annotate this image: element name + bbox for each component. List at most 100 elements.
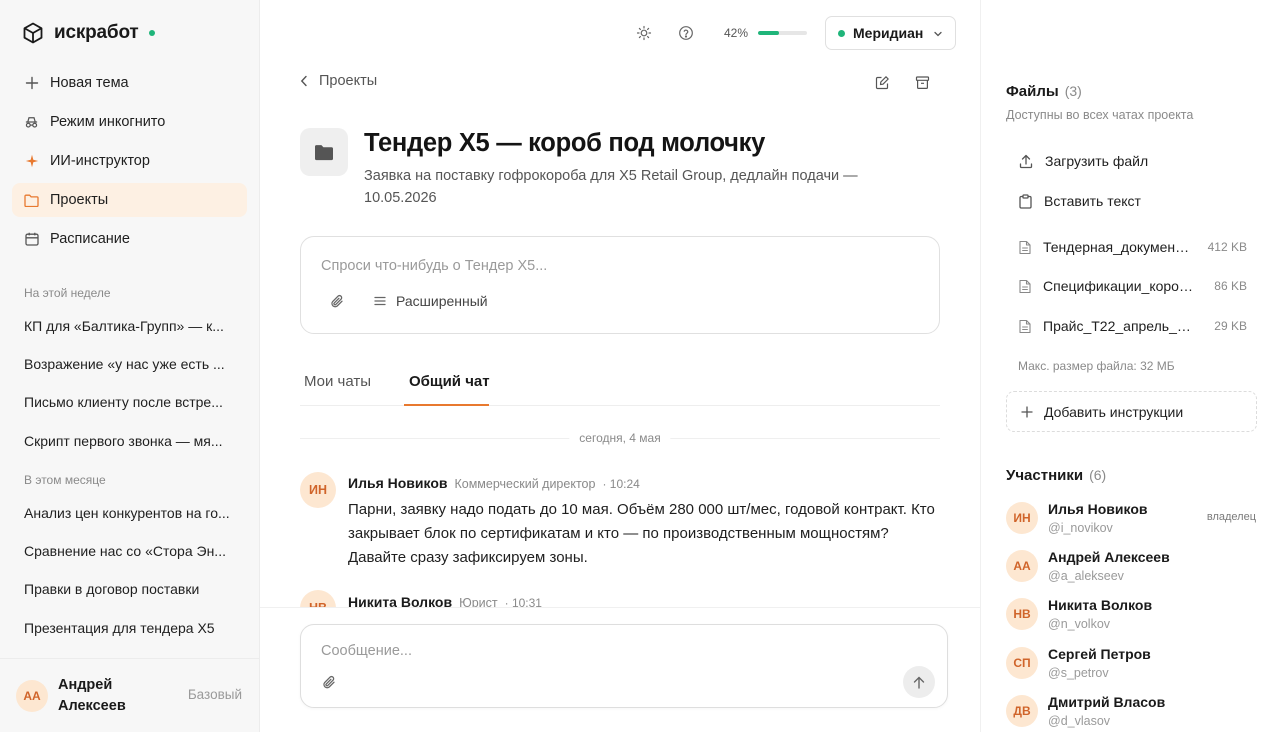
document-icon <box>1019 319 1031 334</box>
file-item[interactable]: Спецификации_короба.xlsx 86 KB <box>1019 278 1247 294</box>
tab-shared-chat[interactable]: Общий чат <box>409 373 490 390</box>
file-name: Тендерная_документация.pdf <box>1043 239 1193 255</box>
composer-placeholder: Сообщение... <box>321 643 412 659</box>
nav-new-topic[interactable]: Новая тема <box>12 66 247 100</box>
upload-label: Загрузить файл <box>1045 153 1149 169</box>
chevron-left-icon <box>300 75 308 87</box>
cube-logo-icon <box>21 21 45 45</box>
nav-label: ИИ-инструктор <box>50 153 150 169</box>
history-item[interactable]: Письмо клиенту после встре... <box>24 394 239 410</box>
avatar: СП <box>1006 647 1038 679</box>
member-name: Сергей Петров <box>1048 646 1151 662</box>
arrow-up-icon <box>913 676 925 689</box>
workspace-status-dot <box>838 29 845 37</box>
member-item[interactable]: СП Сергей Петров @s_petrov <box>1006 646 1256 686</box>
help-button[interactable] <box>677 24 695 42</box>
date-label: сегодня, 4 мая <box>569 431 671 445</box>
app-logo[interactable]: искработ <box>21 21 155 45</box>
back-to-projects-link[interactable]: Проекты <box>300 73 377 89</box>
member-item[interactable]: АА Андрей Алексеев @a_alekseev <box>1006 549 1256 589</box>
paste-text-button[interactable]: Вставить текст <box>1019 193 1141 209</box>
workspace-select[interactable]: Меридиан <box>825 16 956 50</box>
user-profile[interactable]: АА Андрей Алексеев Базовый <box>0 658 259 732</box>
main-content: 42% Меридиан Проекты Тендер X5 — короб п… <box>260 0 980 732</box>
message-text: Парни, заявку надо подать до 10 мая. Объ… <box>348 501 935 566</box>
nav-ai-instructor[interactable]: ИИ-инструктор <box>12 144 247 178</box>
file-name: Прайс_Т22_апрель_2026.pdf <box>1043 318 1193 334</box>
archive-project-button[interactable] <box>913 73 931 91</box>
usage-progress-fill <box>758 31 779 35</box>
member-item[interactable]: ИН Илья Новиков @i_novikov владелец <box>1006 501 1256 541</box>
theme-toggle-button[interactable] <box>635 24 653 42</box>
member-handle: @i_novikov <box>1048 521 1113 535</box>
message-time: · 10:24 <box>602 477 640 491</box>
project-folder-icon <box>300 128 348 176</box>
nav-projects[interactable]: Проекты <box>12 183 247 217</box>
nav-label: Новая тема <box>50 75 129 91</box>
history-item[interactable]: КП для «Балтика-Групп» — к... <box>24 318 239 334</box>
history-item[interactable]: Правки в договор поставки <box>24 581 239 597</box>
back-label: Проекты <box>319 73 378 89</box>
members-count: (6) <box>1089 467 1107 483</box>
file-item[interactable]: Прайс_Т22_апрель_2026.pdf 29 KB <box>1019 318 1247 334</box>
edit-project-button[interactable] <box>873 73 891 91</box>
files-header: Файлы (3) <box>1006 83 1082 100</box>
member-role: владелец <box>1206 511 1256 523</box>
archive-icon <box>915 75 930 90</box>
advanced-label: Расширенный <box>396 293 488 309</box>
history-item[interactable]: Презентация для тендера X5 <box>24 620 239 636</box>
message-composer[interactable]: Сообщение... <box>300 624 948 708</box>
paste-label: Вставить текст <box>1044 193 1141 209</box>
avatar: ИН <box>300 472 336 508</box>
history-section-label: В этом месяце <box>24 473 106 487</box>
project-title: Тендер X5 — короб под молочку <box>364 129 766 157</box>
advanced-mode-button[interactable]: Расширенный <box>374 293 488 309</box>
member-item[interactable]: ДВ Дмитрий Власов @d_vlasov <box>1006 694 1256 732</box>
members-title: Участники <box>1006 467 1084 484</box>
add-instructions-button[interactable]: Добавить инструкции <box>1006 391 1257 432</box>
member-handle: @n_volkov <box>1048 617 1111 631</box>
sidebar: искработ Новая тема Режим инкогнито ИИ-и… <box>0 0 260 732</box>
nav-incognito[interactable]: Режим инкогнито <box>12 105 247 139</box>
chevron-down-icon <box>933 29 943 39</box>
attach-button[interactable] <box>330 294 344 309</box>
upload-file-button[interactable]: Загрузить файл <box>1019 153 1148 169</box>
member-name: Никита Волков <box>1048 597 1153 613</box>
paperclip-icon <box>330 294 344 309</box>
date-separator: сегодня, 4 мая <box>300 431 940 445</box>
file-item[interactable]: Тендерная_документация.pdf 412 KB <box>1019 239 1247 255</box>
chat-tabs: Мои чаты Общий чат <box>300 362 940 406</box>
attach-button[interactable] <box>322 675 336 690</box>
tab-my-chats[interactable]: Мои чаты <box>304 373 371 390</box>
file-name: Спецификации_короба.xlsx <box>1043 278 1193 294</box>
history-item[interactable]: Возражение «у нас уже есть ... <box>24 356 239 372</box>
message-role: Коммерческий директор <box>454 477 596 491</box>
member-handle: @s_petrov <box>1048 666 1109 680</box>
edit-icon <box>875 75 890 90</box>
files-count: (3) <box>1064 83 1082 99</box>
plus-icon <box>1021 405 1033 418</box>
ask-placeholder: Спроси что-нибудь о Тендер X5... <box>321 258 548 274</box>
nav-label: Расписание <box>50 231 130 247</box>
project-ask-input[interactable]: Спроси что-нибудь о Тендер X5... Расшире… <box>300 236 940 334</box>
folder-icon <box>24 193 39 208</box>
nav-schedule[interactable]: Расписание <box>12 222 247 256</box>
message-author: Илья Новиков <box>348 475 448 491</box>
history-item[interactable]: Сравнение нас со «Стора Эн... <box>24 543 239 559</box>
history-item[interactable]: Скрипт первого звонка — мя... <box>24 433 239 449</box>
avatar: ИН <box>1006 502 1038 534</box>
usage-percent: 42% <box>724 26 749 40</box>
file-size: 412 KB <box>1207 240 1247 254</box>
incognito-icon <box>24 115 39 130</box>
member-handle: @a_alekseev <box>1048 569 1124 583</box>
avatar: НВ <box>1006 598 1038 630</box>
member-item[interactable]: НВ Никита Волков @n_volkov <box>1006 597 1256 637</box>
message-avatar: ИН <box>300 472 336 508</box>
history-item[interactable]: Анализ цен конкурентов на го... <box>24 505 239 521</box>
avatar: ДВ <box>1006 695 1038 727</box>
status-dot <box>148 30 155 36</box>
files-title: Файлы <box>1006 83 1059 100</box>
nav-label: Режим инкогнито <box>50 114 166 130</box>
member-name: Дмитрий Власов <box>1048 694 1166 710</box>
send-button[interactable] <box>903 666 935 698</box>
